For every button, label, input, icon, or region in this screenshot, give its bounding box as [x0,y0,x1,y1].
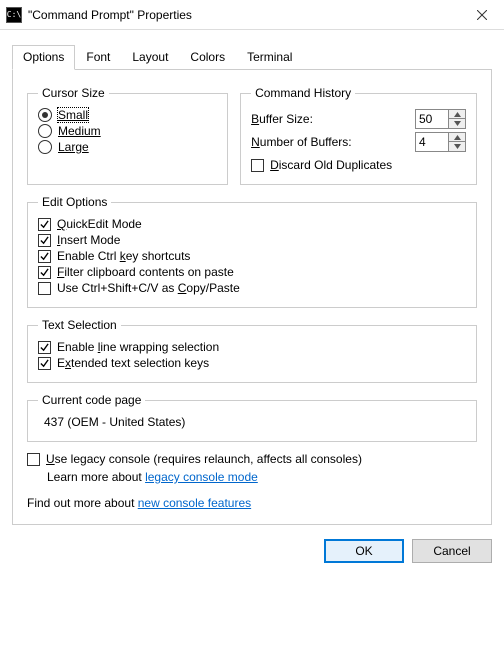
checkbox-icon [38,341,51,354]
checkbox-insert-mode[interactable]: Insert Mode [38,233,466,247]
edit-options-legend: Edit Options [38,195,111,209]
checkbox-legacy-console[interactable]: Use legacy console (requires relaunch, a… [27,452,477,466]
code-page-legend: Current code page [38,393,145,407]
titlebar: C:\ "Command Prompt" Properties [0,0,504,30]
legacy-label: Use legacy console (requires relaunch, a… [46,452,362,466]
radio-cursor-small[interactable]: Small [38,108,217,122]
radio-label-medium: Medium [58,124,101,138]
checkbox-ctrlshift-cv[interactable]: Use Ctrl+Shift+C/V as Copy/Paste [38,281,466,295]
num-buffers-spinner[interactable] [415,132,466,152]
radio-cursor-medium[interactable]: Medium [38,124,217,138]
tab-colors[interactable]: Colors [179,45,236,70]
radio-label-small: Small [58,108,88,122]
num-buffers-input[interactable] [415,132,449,152]
checkbox-ctrl-shortcuts[interactable]: Enable Ctrl key shortcuts [38,249,466,263]
tab-strip: Options Font Layout Colors Terminal [12,44,492,70]
radio-icon [38,140,52,154]
quickedit-label: QuickEdit Mode [57,217,142,231]
cursor-size-legend: Cursor Size [38,86,109,100]
line-wrap-label: Enable line wrapping selection [57,340,219,354]
insert-label: Insert Mode [57,233,120,247]
tab-font[interactable]: Font [75,45,121,70]
radio-icon [38,108,52,122]
checkbox-icon [251,159,264,172]
checkbox-icon [27,453,40,466]
checkbox-icon [38,234,51,247]
checkbox-icon [38,357,51,370]
buffer-size-input[interactable] [415,109,449,129]
filter-label: Filter clipboard contents on paste [57,265,234,279]
checkbox-icon [38,266,51,279]
window-title: "Command Prompt" Properties [28,8,459,22]
checkbox-line-wrap[interactable]: Enable line wrapping selection [38,340,466,354]
spinner-up-icon[interactable] [449,110,465,119]
spinner-up-icon[interactable] [449,133,465,142]
extended-label: Extended text selection keys [57,356,209,370]
find-out-more: Find out more about new console features [27,496,477,510]
edit-options-group: Edit Options QuickEdit Mode Insert Mode … [27,195,477,308]
ctrl-label: Enable Ctrl key shortcuts [57,249,190,263]
link-legacy-console[interactable]: legacy console mode [145,470,258,484]
cancel-button[interactable]: Cancel [412,539,492,563]
tab-terminal[interactable]: Terminal [236,45,303,70]
close-button[interactable] [459,0,504,29]
link-new-console-features[interactable]: new console features [138,496,251,510]
cursor-size-group: Cursor Size Small Medium Large [27,86,228,185]
code-page-group: Current code page 437 (OEM - United Stat… [27,393,477,442]
radio-cursor-large[interactable]: Large [38,140,217,154]
spinner-down-icon[interactable] [449,142,465,151]
checkbox-icon [38,250,51,263]
checkbox-icon [38,282,51,295]
radio-label-large: Large [58,140,89,154]
dialog-buttons: OK Cancel [12,539,492,563]
command-history-group: Command History Buffer Size: Number of B… [240,86,477,185]
close-icon [477,10,487,20]
tab-options[interactable]: Options [12,45,75,70]
options-pane: Cursor Size Small Medium Large Command H… [12,70,492,525]
text-selection-legend: Text Selection [38,318,121,332]
text-selection-group: Text Selection Enable line wrapping sele… [27,318,477,383]
spinner-down-icon[interactable] [449,119,465,128]
buffer-size-spinner[interactable] [415,109,466,129]
code-page-value: 437 (OEM - United States) [38,413,466,431]
cmd-icon: C:\ [6,7,22,23]
radio-icon [38,124,52,138]
discard-label: Discard Old Duplicates [270,158,392,172]
command-history-legend: Command History [251,86,355,100]
ctrlshift-label: Use Ctrl+Shift+C/V as Copy/Paste [57,281,240,295]
checkbox-filter-clipboard[interactable]: Filter clipboard contents on paste [38,265,466,279]
checkbox-discard-duplicates[interactable]: Discard Old Duplicates [251,158,466,172]
num-buffers-label: Number of Buffers: [251,135,415,149]
buffer-size-label: Buffer Size: [251,112,415,126]
legacy-learn-more: Learn more about legacy console mode [47,470,477,484]
checkbox-extended-selection[interactable]: Extended text selection keys [38,356,466,370]
dialog-content: Options Font Layout Colors Terminal Curs… [0,30,504,575]
checkbox-icon [38,218,51,231]
tab-layout[interactable]: Layout [121,45,179,70]
checkbox-quickedit[interactable]: QuickEdit Mode [38,217,466,231]
ok-button[interactable]: OK [324,539,404,563]
